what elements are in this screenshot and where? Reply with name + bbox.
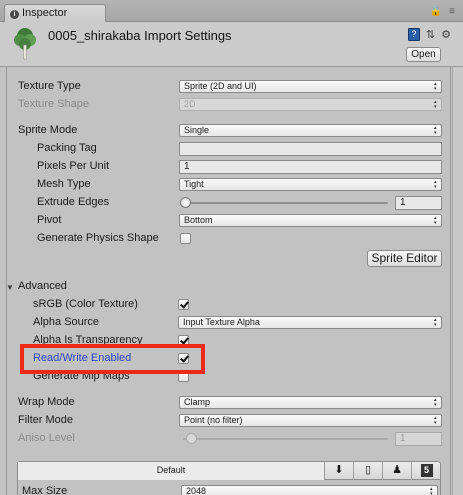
generate-physics-shape-checkbox[interactable] (180, 233, 191, 244)
inspector-tab-label: Inspector (22, 7, 68, 19)
alpha-source-dropdown[interactable]: Input Texture Alpha (178, 316, 442, 329)
extrude-edges-input[interactable]: 1 (395, 196, 442, 210)
aniso-level-slider-track (183, 438, 388, 440)
extrude-edges-label: Extrude Edges (37, 196, 110, 208)
filter-mode-dropdown[interactable]: Point (no filter) (179, 414, 442, 427)
inspector-tab[interactable]: i Inspector (4, 4, 106, 22)
max-size-dropdown[interactable]: 2048 (181, 485, 438, 495)
texture-type-label: Texture Type (18, 80, 81, 92)
platform-tab-default[interactable]: Default (18, 462, 325, 480)
alpha-source-label: Alpha Source (33, 316, 100, 328)
srgb-checkbox[interactable] (178, 299, 189, 310)
help-book-icon[interactable]: ? (407, 28, 420, 41)
highlight-box (20, 344, 205, 374)
srgb-label: sRGB (Color Texture) (33, 298, 138, 310)
sprite-mode-dropdown[interactable]: Single (179, 124, 442, 137)
tree-asset-icon (14, 28, 36, 60)
aniso-level-slider-handle (186, 433, 197, 444)
android-icon[interactable]: ♟ (383, 462, 412, 480)
platform-tabs: Default ⬇ ▯ ♟ 5 (17, 461, 441, 480)
packing-tag-input[interactable] (179, 142, 442, 156)
mesh-type-label: Mesh Type (37, 178, 91, 190)
import-settings-header: 0005_shirakaba Import Settings ? ⇅ ⚙ Ope… (0, 22, 463, 67)
html5-glyph: 5 (420, 464, 433, 477)
texture-shape-dropdown: 2D (179, 98, 442, 111)
advanced-foldout-label[interactable]: Advanced (18, 280, 67, 292)
scrollbar[interactable] (452, 67, 463, 495)
aniso-level-input: 1 (395, 432, 442, 446)
sprite-editor-button[interactable]: Sprite Editor (367, 250, 442, 267)
wrap-mode-label: Wrap Mode (18, 396, 75, 408)
mesh-type-dropdown[interactable]: Tight (179, 178, 442, 191)
packing-tag-label: Packing Tag (37, 142, 97, 154)
pivot-label: Pivot (37, 214, 62, 226)
max-size-label: Max Size (22, 485, 68, 495)
gear-icon[interactable]: ⚙ (441, 28, 451, 41)
open-button[interactable]: Open (406, 47, 441, 62)
window-tabbar: i Inspector 🔒 ≡ (0, 0, 463, 22)
info-icon: i (10, 10, 19, 19)
pixels-per-unit-label: Pixels Per Unit (37, 160, 110, 172)
mobile-icon[interactable]: ▯ (354, 462, 383, 480)
filter-mode-label: Filter Mode (18, 414, 74, 426)
wrap-mode-dropdown[interactable]: Clamp (179, 396, 442, 409)
sprite-mode-label: Sprite Mode (18, 124, 78, 136)
html5-icon[interactable]: 5 (412, 462, 441, 480)
generate-physics-shape-label: Generate Physics Shape (37, 232, 159, 244)
download-icon[interactable]: ⬇ (325, 462, 354, 480)
asset-title: 0005_shirakaba Import Settings (48, 28, 232, 43)
texture-shape-label: Texture Shape (18, 98, 89, 110)
pixels-per-unit-input[interactable]: 1 (179, 160, 442, 174)
advanced-foldout-icon[interactable]: ▼ (6, 283, 14, 292)
presets-icon[interactable]: ⇅ (426, 28, 435, 41)
aniso-level-label: Aniso Level (18, 432, 75, 444)
extrude-edges-slider-track[interactable] (183, 202, 388, 204)
window-menu-icon[interactable]: 🔒 ≡ (430, 6, 457, 17)
extrude-edges-slider-handle[interactable] (180, 197, 191, 208)
texture-type-dropdown[interactable]: Sprite (2D and UI) (179, 80, 442, 93)
pivot-dropdown[interactable]: Bottom (179, 214, 442, 227)
